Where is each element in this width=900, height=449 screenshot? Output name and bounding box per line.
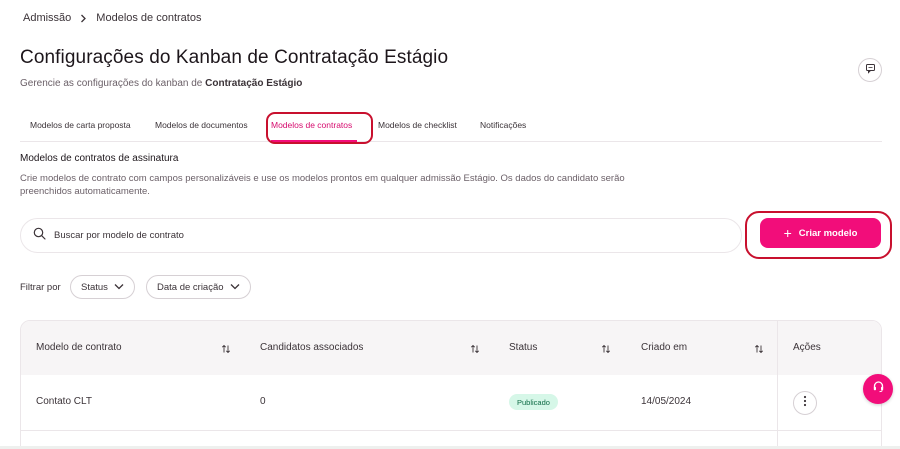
plus-icon: +	[783, 225, 792, 241]
page-title: Configurações do Kanban de Contratação E…	[20, 47, 449, 68]
row-divider	[778, 430, 881, 431]
chevron-right-icon	[80, 14, 87, 23]
cell-created: 14/05/2024	[641, 396, 692, 407]
feedback-button[interactable]	[858, 58, 882, 82]
subtitle-prefix: Gerencie as configurações do kanban de	[20, 78, 206, 89]
tab-carta-proposta[interactable]: Modelos de carta proposta	[30, 120, 131, 130]
contracts-table: Modelo de contrato Candidatos associados…	[20, 320, 882, 449]
status-badge: Publicado	[509, 394, 558, 410]
chevron-down-icon	[224, 282, 240, 293]
subtitle-kanban-name: Contratação Estágio	[205, 78, 303, 89]
create-model-button[interactable]: + Criar modelo	[760, 218, 881, 248]
support-chat-button[interactable]	[863, 374, 893, 404]
tab-checklist[interactable]: Modelos de checklist	[378, 120, 457, 130]
tab-contratos[interactable]: Modelos de contratos	[271, 120, 352, 130]
tab-documentos[interactable]: Modelos de documentos	[155, 120, 248, 130]
section-description: Crie modelos de contrato com campos pers…	[20, 173, 625, 197]
create-model-label: Criar modelo	[798, 227, 858, 239]
row-actions-button[interactable]	[793, 391, 817, 415]
search-input[interactable]	[54, 230, 654, 241]
chevron-down-icon	[108, 282, 124, 293]
tabs-bar: Modelos de carta proposta Modelos de doc…	[20, 112, 882, 142]
cell-candidates: 0	[260, 396, 266, 407]
sort-arrows-icon[interactable]	[221, 341, 231, 359]
status-filter-label: Status	[81, 281, 108, 293]
status-filter-dropdown[interactable]: Status	[70, 275, 135, 299]
breadcrumb-item-admissao[interactable]: Admissão	[23, 12, 71, 24]
created-date-filter-dropdown[interactable]: Data de criação	[146, 275, 251, 299]
column-header-created: Criado em	[641, 342, 688, 353]
tab-notificacoes[interactable]: Notificações	[480, 120, 526, 130]
sort-arrows-icon[interactable]	[601, 341, 611, 359]
sort-arrows-icon[interactable]	[470, 341, 480, 359]
filter-label: Filtrar por	[20, 282, 61, 293]
sort-arrows-icon[interactable]	[754, 341, 764, 359]
created-date-filter-label: Data de criação	[157, 281, 224, 293]
search-field	[20, 218, 742, 253]
column-header-model: Modelo de contrato	[36, 342, 122, 353]
breadcrumb: Admissão Modelos de contratos	[23, 12, 201, 24]
page-subtitle: Gerencie as configurações do kanban de C…	[20, 78, 302, 89]
column-header-actions: Ações	[793, 342, 821, 353]
search-icon	[33, 227, 46, 245]
headset-icon	[872, 380, 885, 398]
active-tab-indicator	[271, 140, 357, 142]
chat-bubble-icon	[865, 61, 876, 79]
column-header-candidates: Candidatos associados	[260, 342, 364, 353]
breadcrumb-item-current: Modelos de contratos	[96, 12, 202, 24]
actions-header-cell: Ações	[778, 321, 881, 375]
table-row[interactable]: Contato CLT 0 Publicado 14/05/2024	[21, 375, 881, 431]
table-header: Modelo de contrato Candidatos associados…	[21, 321, 881, 375]
more-vertical-icon	[803, 394, 807, 412]
section-title: Modelos de contratos de assinatura	[20, 153, 179, 164]
cell-model: Contato CLT	[36, 396, 92, 407]
column-header-status: Status	[509, 342, 538, 353]
